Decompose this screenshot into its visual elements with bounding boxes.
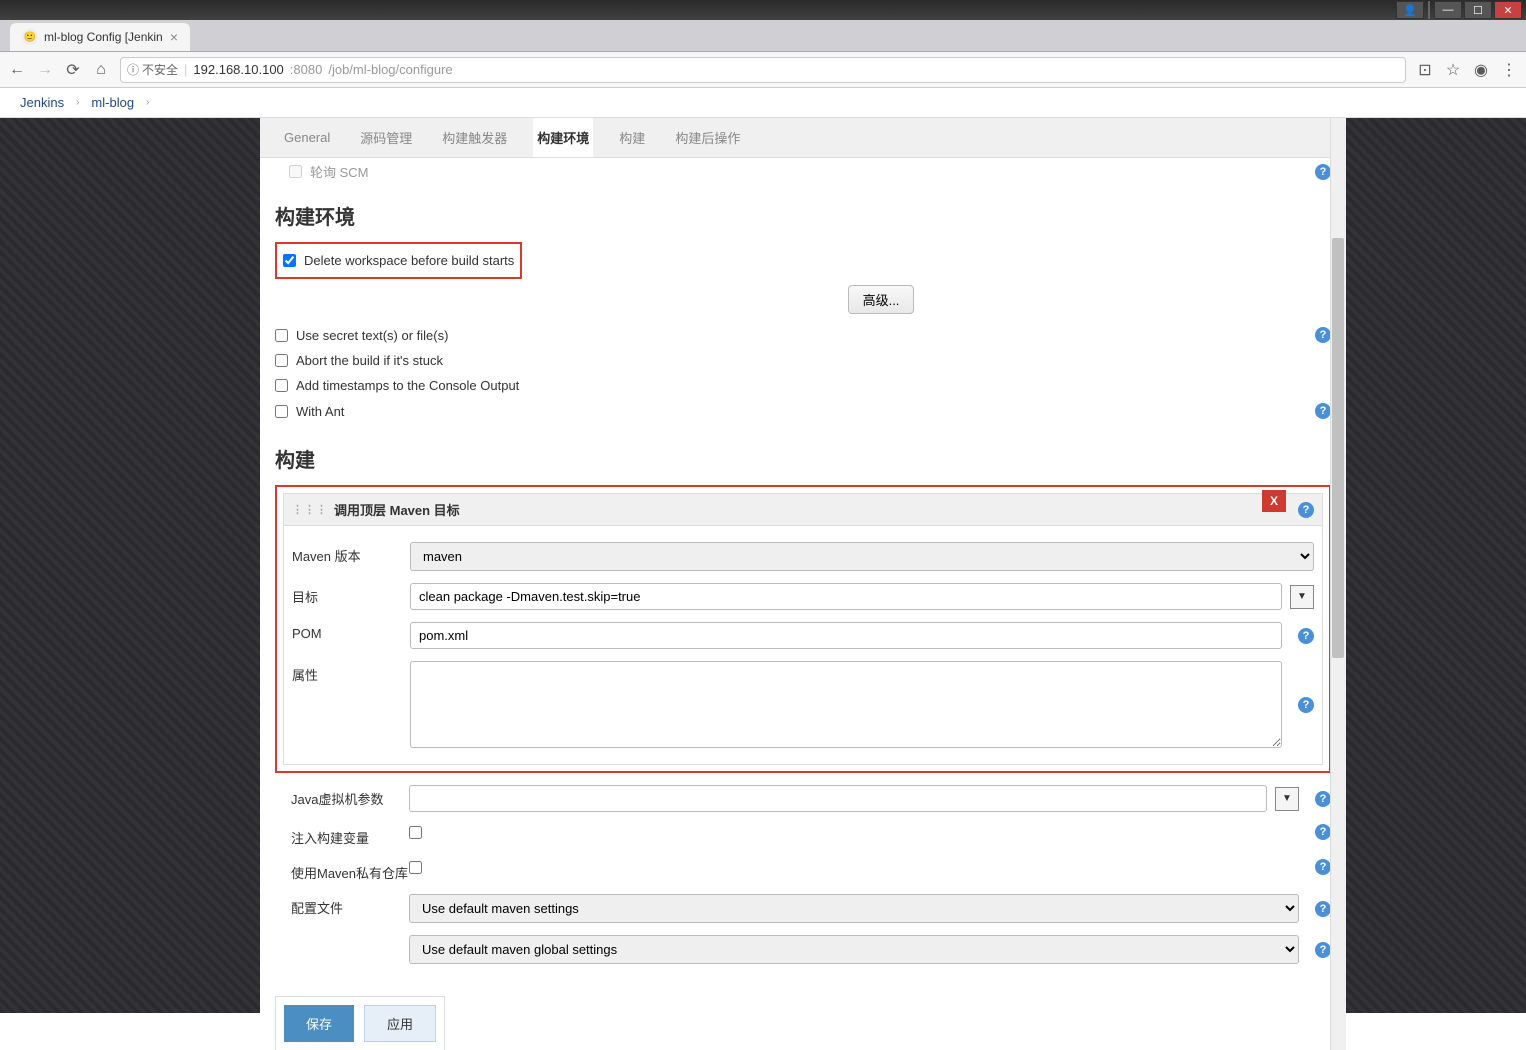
abort-stuck-label: Abort the build if it's stuck bbox=[296, 353, 443, 368]
delete-workspace-checkbox[interactable] bbox=[283, 254, 296, 267]
global-settings-select[interactable]: Use default maven global settings bbox=[409, 935, 1299, 964]
inject-checkbox[interactable] bbox=[409, 826, 422, 839]
browser-tab-active[interactable]: 🙂 ml-blog Config [Jenkin × bbox=[10, 23, 190, 51]
props-textarea[interactable] bbox=[410, 661, 1282, 748]
tab-title: ml-blog Config [Jenkin bbox=[44, 30, 163, 44]
use-secret-label: Use secret text(s) or file(s) bbox=[296, 328, 448, 343]
delete-workspace-label: Delete workspace before build starts bbox=[304, 253, 514, 268]
address-bar: ← → ⟳ ⌂ ⓘ 不安全 | 192.168.10.100:8080/job/… bbox=[0, 52, 1526, 88]
help-icon[interactable]: ? bbox=[1315, 824, 1331, 840]
breadcrumb-sep-icon: › bbox=[146, 97, 149, 108]
bookmark-icon[interactable]: ☆ bbox=[1444, 61, 1462, 79]
drag-grip-icon[interactable]: ⋮⋮⋮ bbox=[292, 503, 328, 516]
scroll-thumb[interactable] bbox=[1332, 238, 1344, 658]
tab-general[interactable]: General bbox=[280, 120, 334, 155]
translate-icon[interactable]: ⊡ bbox=[1416, 61, 1434, 79]
expand-jvm-button[interactable]: ▼ bbox=[1275, 787, 1299, 811]
help-icon[interactable]: ? bbox=[1315, 791, 1331, 807]
left-gutter bbox=[0, 118, 260, 1013]
config-tabs: General 源码管理 构建触发器 构建环境 构建 构建后操作 bbox=[260, 118, 1346, 158]
maven-version-select[interactable]: maven bbox=[410, 542, 1314, 571]
window-user-icon[interactable]: 👤 bbox=[1396, 1, 1424, 19]
timestamps-checkbox[interactable] bbox=[275, 379, 288, 392]
use-secret-checkbox[interactable] bbox=[275, 329, 288, 342]
apply-button[interactable]: 应用 bbox=[364, 1005, 436, 1042]
goals-input[interactable] bbox=[410, 583, 1282, 610]
breadcrumb-sep-icon: › bbox=[76, 97, 79, 108]
config-content: General 源码管理 构建触发器 构建环境 构建 构建后操作 轮询 SCM … bbox=[260, 118, 1346, 1050]
section-title-build: 构建 bbox=[275, 444, 1331, 473]
delete-step-button[interactable]: X bbox=[1262, 490, 1286, 512]
help-icon[interactable]: ? bbox=[1315, 403, 1331, 419]
right-gutter bbox=[1346, 118, 1526, 1013]
forward-icon[interactable]: → bbox=[36, 61, 54, 79]
jvm-input[interactable] bbox=[409, 785, 1267, 812]
home-icon[interactable]: ⌂ bbox=[92, 61, 110, 79]
pom-input[interactable] bbox=[410, 622, 1282, 649]
breadcrumb-jenkins[interactable]: Jenkins bbox=[20, 95, 64, 110]
url-host: 192.168.10.100 bbox=[193, 62, 283, 77]
build-step-title: 调用顶层 Maven 目标 bbox=[334, 500, 460, 519]
help-icon[interactable]: ? bbox=[1298, 628, 1314, 644]
delete-workspace-row[interactable]: Delete workspace before build starts bbox=[283, 248, 514, 273]
url-path: /job/ml-blog/configure bbox=[328, 62, 452, 77]
breadcrumb: Jenkins › ml-blog › bbox=[0, 88, 1526, 118]
window-separator bbox=[1428, 1, 1430, 19]
timestamps-label: Add timestamps to the Console Output bbox=[296, 378, 519, 393]
private-repo-checkbox[interactable] bbox=[409, 861, 422, 874]
tab-post[interactable]: 构建后操作 bbox=[671, 118, 744, 157]
tab-build[interactable]: 构建 bbox=[615, 118, 649, 157]
jvm-label: Java虚拟机参数 bbox=[291, 785, 409, 808]
url-field[interactable]: ⓘ 不安全 | 192.168.10.100:8080/job/ml-blog/… bbox=[120, 57, 1406, 83]
tab-scm[interactable]: 源码管理 bbox=[356, 118, 416, 157]
pom-label: POM bbox=[292, 622, 410, 641]
with-ant-label: With Ant bbox=[296, 404, 344, 419]
help-icon[interactable]: ? bbox=[1315, 859, 1331, 875]
vertical-scrollbar[interactable] bbox=[1330, 118, 1346, 1050]
window-title-bar: 👤 — ☐ ✕ bbox=[0, 0, 1526, 20]
settings-label: 配置文件 bbox=[291, 894, 409, 917]
extension-icon[interactable]: ◉ bbox=[1472, 61, 1490, 79]
poll-scm-label: 轮询 SCM bbox=[310, 162, 369, 181]
tab-env[interactable]: 构建环境 bbox=[533, 118, 593, 157]
window-minimize-button[interactable]: — bbox=[1434, 1, 1462, 19]
help-icon[interactable]: ? bbox=[1315, 942, 1331, 958]
menu-icon[interactable]: ⋮ bbox=[1500, 61, 1518, 79]
build-step-header[interactable]: ⋮⋮⋮ 调用顶层 Maven 目标 X ? bbox=[284, 494, 1322, 526]
url-port: :8080 bbox=[290, 62, 323, 77]
jenkins-favicon-icon: 🙂 bbox=[22, 29, 38, 45]
save-button[interactable]: 保存 bbox=[284, 1005, 354, 1042]
props-label: 属性 bbox=[292, 661, 410, 684]
window-maximize-button[interactable]: ☐ bbox=[1464, 1, 1492, 19]
browser-tab-strip: 🙂 ml-blog Config [Jenkin × bbox=[0, 20, 1526, 52]
help-icon[interactable]: ? bbox=[1298, 502, 1314, 518]
advanced-button[interactable]: 高级... bbox=[848, 285, 915, 314]
help-icon[interactable]: ? bbox=[1315, 327, 1331, 343]
info-icon: ⓘ bbox=[127, 61, 139, 78]
help-icon[interactable]: ? bbox=[1315, 901, 1331, 917]
tab-triggers[interactable]: 构建触发器 bbox=[438, 118, 511, 157]
help-icon[interactable]: ? bbox=[1298, 697, 1314, 713]
insecure-badge: ⓘ 不安全 bbox=[127, 61, 178, 78]
abort-stuck-checkbox[interactable] bbox=[275, 354, 288, 367]
breadcrumb-job[interactable]: ml-blog bbox=[91, 95, 134, 110]
maven-version-label: Maven 版本 bbox=[292, 542, 410, 565]
reload-icon[interactable]: ⟳ bbox=[64, 61, 82, 79]
tab-close-icon[interactable]: × bbox=[170, 29, 178, 45]
with-ant-checkbox[interactable] bbox=[275, 405, 288, 418]
poll-scm-checkbox[interactable] bbox=[289, 165, 302, 178]
form-footer: 保存 应用 bbox=[275, 996, 445, 1050]
window-close-button[interactable]: ✕ bbox=[1494, 1, 1522, 19]
help-icon[interactable]: ? bbox=[1315, 164, 1331, 180]
inject-label: 注入构建变量 bbox=[291, 824, 409, 847]
global-settings-label bbox=[291, 935, 409, 939]
back-icon[interactable]: ← bbox=[8, 61, 26, 79]
private-repo-label: 使用Maven私有仓库 bbox=[291, 859, 409, 882]
expand-goals-button[interactable]: ▼ bbox=[1290, 585, 1314, 609]
goals-label: 目标 bbox=[292, 583, 410, 606]
section-title-env: 构建环境 bbox=[275, 201, 1331, 230]
settings-select[interactable]: Use default maven settings bbox=[409, 894, 1299, 923]
